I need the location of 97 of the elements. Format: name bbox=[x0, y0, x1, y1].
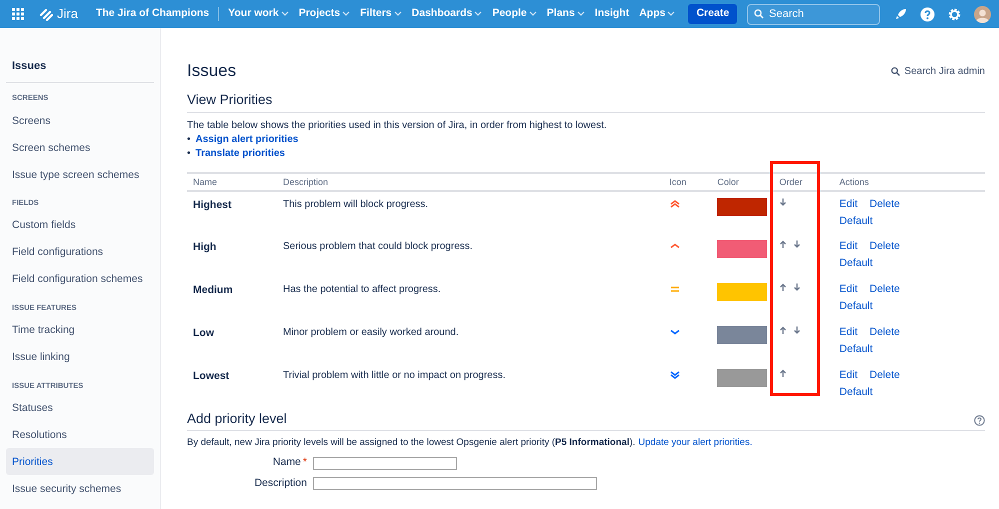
help-icon bbox=[974, 414, 985, 426]
column-header: Name bbox=[187, 172, 277, 192]
action-link[interactable]: Default bbox=[839, 215, 873, 229]
priority-name: Lowest bbox=[193, 370, 230, 382]
nav-menu-item[interactable]: People bbox=[487, 7, 542, 21]
arrow-up-icon bbox=[779, 369, 788, 378]
action-link[interactable]: Delete bbox=[869, 198, 900, 212]
page-title: Issues bbox=[187, 60, 236, 82]
sidebar-item[interactable]: Issue type screen schemes bbox=[6, 161, 154, 188]
move-down-button[interactable] bbox=[793, 240, 802, 250]
move-up-button[interactable] bbox=[779, 283, 788, 292]
move-down-button[interactable] bbox=[793, 326, 802, 336]
sidebar-item[interactable]: Field configuration schemes bbox=[6, 266, 154, 293]
text-input[interactable] bbox=[313, 477, 597, 490]
action-link[interactable]: Edit bbox=[839, 240, 858, 254]
column-header: Order bbox=[773, 172, 834, 192]
help-link[interactable]: Assign alert priorities bbox=[196, 132, 298, 146]
priority-name: Highest bbox=[193, 199, 232, 212]
jira-logo-icon bbox=[39, 6, 53, 21]
info-text: By default, new Jira priority levels will be assigned to the lowest Opsgenie alert priority (P5 Informational). bbox=[187, 436, 636, 450]
column-header: Icon bbox=[663, 172, 712, 192]
move-up-button[interactable] bbox=[779, 240, 788, 250]
sidebar-item[interactable]: Issue security schemes bbox=[6, 475, 154, 502]
arrow-down-icon bbox=[779, 198, 788, 208]
action-link[interactable]: Edit bbox=[839, 326, 858, 340]
action-link[interactable]: Default bbox=[839, 300, 873, 314]
action-link[interactable]: Delete bbox=[869, 326, 900, 340]
admin-search-link[interactable]: Search Jira admin bbox=[891, 64, 985, 78]
text-input[interactable] bbox=[313, 456, 457, 470]
move-up-button[interactable] bbox=[779, 369, 788, 378]
nav-menu-item[interactable]: Apps bbox=[634, 7, 680, 21]
sidebar-item[interactable]: Priorities bbox=[6, 448, 154, 476]
action-link[interactable]: Delete bbox=[869, 240, 900, 254]
action-link[interactable]: Edit bbox=[839, 198, 858, 212]
action-link[interactable]: Edit bbox=[839, 283, 858, 298]
priority-description: Serious problem that could block progress. bbox=[283, 241, 473, 252]
nav-menu-item[interactable]: Your work bbox=[223, 7, 294, 21]
app-grid-icon bbox=[12, 8, 24, 20]
jira-logo[interactable]: Jira bbox=[34, 6, 83, 22]
sidebar-item[interactable]: Custom fields bbox=[6, 212, 154, 239]
sidebar-item[interactable]: Issue linking bbox=[6, 344, 154, 371]
priority-description: Has the potential to affect progress. bbox=[283, 284, 441, 296]
action-link[interactable]: Delete bbox=[869, 369, 900, 384]
search-icon bbox=[891, 66, 900, 76]
search-icon bbox=[754, 9, 764, 19]
help-icon bbox=[920, 6, 935, 22]
sidebar-title: Issues bbox=[6, 48, 154, 84]
search-field[interactable]: Search bbox=[747, 4, 880, 24]
sidebar-item[interactable]: Field configurations bbox=[6, 238, 154, 266]
help-link[interactable]: Translate priorities bbox=[196, 146, 285, 160]
avatar-icon bbox=[974, 6, 991, 22]
action-link[interactable]: Delete bbox=[869, 283, 900, 298]
move-down-button[interactable] bbox=[793, 283, 802, 292]
required-asterisk: * bbox=[302, 456, 307, 468]
nav-menu-item[interactable]: Dashboards bbox=[406, 7, 488, 21]
site-name-link[interactable]: The Jira of Champions bbox=[90, 7, 214, 21]
field-label: Description bbox=[254, 476, 307, 489]
move-up-button[interactable] bbox=[779, 326, 788, 336]
arrow-down-icon bbox=[793, 326, 802, 336]
sidebar-item[interactable]: Screen schemes bbox=[6, 134, 154, 162]
action-link[interactable]: Default bbox=[839, 343, 873, 357]
sidebar-item[interactable]: Time tracking bbox=[6, 316, 154, 344]
arrow-down-icon bbox=[793, 283, 802, 292]
priority-description: Minor problem or easily worked around. bbox=[283, 327, 459, 338]
priority-name: Low bbox=[193, 327, 214, 340]
create-button[interactable]: Create bbox=[688, 4, 738, 24]
section-title: Add priority level bbox=[187, 410, 287, 428]
bullet: • bbox=[187, 146, 191, 160]
update-priorities-link[interactable]: Update your alert priorities. bbox=[638, 436, 752, 450]
sidebar-item[interactable]: Statuses bbox=[6, 394, 154, 422]
column-header: Description bbox=[277, 172, 664, 192]
action-link[interactable]: Edit bbox=[839, 369, 858, 384]
move-down-button[interactable] bbox=[779, 198, 788, 208]
column-header: Actions bbox=[833, 172, 985, 192]
nav-menu-item[interactable]: Filters bbox=[355, 7, 407, 21]
priority-description: Trivial problem with little or no impact on progress. bbox=[283, 370, 506, 382]
settings-icon bbox=[947, 6, 962, 22]
arrow-up-icon bbox=[779, 326, 788, 336]
nav-menu-item[interactable]: Insight bbox=[590, 7, 634, 21]
sidebar-item[interactable]: Screens bbox=[6, 107, 154, 134]
column-header: Color bbox=[711, 172, 774, 192]
arrow-up-icon bbox=[779, 283, 788, 292]
priority-name: High bbox=[193, 241, 216, 254]
action-link[interactable]: Default bbox=[839, 386, 873, 400]
action-link[interactable]: Default bbox=[839, 257, 873, 271]
arrow-up-icon bbox=[779, 240, 788, 250]
priority-name: Medium bbox=[193, 284, 233, 296]
bullet: • bbox=[187, 132, 191, 146]
priority-description: This problem will block progress. bbox=[283, 199, 428, 210]
nav-menu-item[interactable]: Plans bbox=[542, 7, 590, 21]
search-input[interactable]: Search bbox=[769, 6, 869, 22]
arrow-down-icon bbox=[793, 240, 802, 250]
nav-menu-item[interactable]: Projects bbox=[294, 7, 356, 21]
sidebar-item[interactable]: Resolutions bbox=[6, 421, 154, 448]
field-label: Name bbox=[272, 456, 301, 468]
section-title: View Priorities bbox=[187, 91, 985, 113]
intro-text: The table below shows the priorities used in this version of Jira, in order from highest to lowest. bbox=[187, 118, 608, 132]
